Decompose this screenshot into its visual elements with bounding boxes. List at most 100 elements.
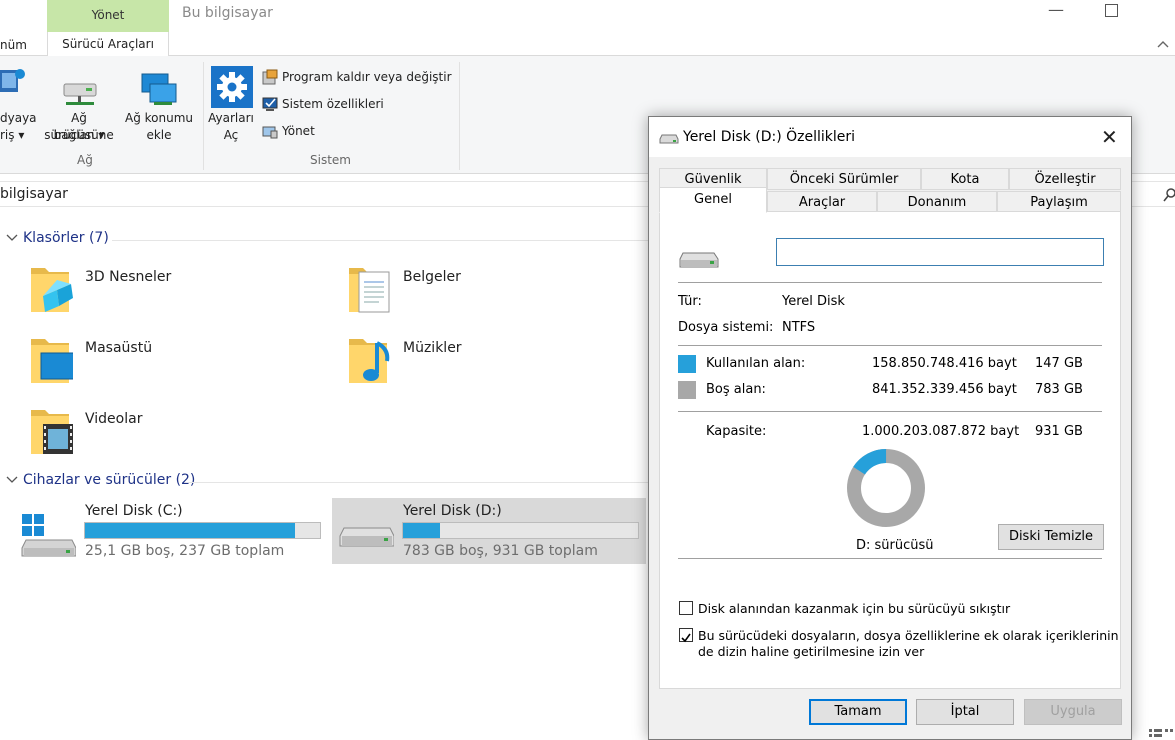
drive-icon	[339, 527, 394, 547]
dialog-titlebar[interactable]: Yerel Disk (D:) Özellikleri ✕	[649, 117, 1131, 157]
system-properties-icon	[262, 97, 278, 111]
folder-label-desktop[interactable]: Masaüstü	[85, 340, 152, 356]
used-space-gb: 147 GB	[1035, 356, 1083, 371]
group-label-network: Ağ	[77, 153, 93, 167]
desktop-folder-icon[interactable]	[29, 335, 73, 385]
used-space-swatch	[678, 355, 696, 373]
capacity-bytes: 1.000.203.087.872 bayt	[862, 424, 1020, 439]
tab-quota[interactable]: Kota	[921, 168, 1009, 190]
3d-objects-folder-icon[interactable]	[29, 264, 73, 314]
media-label-1[interactable]: dyaya	[0, 110, 37, 127]
tab-previous-versions[interactable]: Önceki Sürümler	[767, 168, 921, 190]
type-label: Tür:	[678, 294, 702, 309]
checkmark-icon	[681, 633, 691, 643]
used-space-label: Kullanılan alan:	[706, 356, 806, 371]
drive-name-d: Yerel Disk (D:)	[403, 503, 502, 519]
media-label-2[interactable]: riş ▾	[0, 127, 24, 144]
ribbon-tabs: nüm Sürücü Araçları	[0, 32, 1175, 57]
divider	[678, 282, 1102, 283]
index-label-line-2[interactable]: de dizin haline getirilmesine izin ver	[698, 644, 924, 659]
uninstall-program-command[interactable]: Program kaldır veya değiştir	[262, 69, 452, 85]
drive-icon	[679, 252, 719, 268]
drive-tile-c[interactable]: Yerel Disk (C:) 25,1 GB boş, 237 GB topl…	[14, 498, 328, 564]
add-network-location-label-1[interactable]: Ağ konumu	[124, 110, 194, 127]
tab-drive-tools[interactable]: Sürücü Araçları	[47, 32, 169, 57]
view-toggle-icon[interactable]	[1148, 728, 1174, 740]
drive-tile-d[interactable]: Yerel Disk (D:) 783 GB boş, 931 GB topla…	[332, 498, 646, 564]
filesystem-value: NTFS	[782, 320, 816, 335]
drive-usage-bar-c	[84, 522, 321, 539]
ok-button[interactable]: Tamam	[809, 699, 907, 725]
maximize-icon[interactable]	[1105, 4, 1118, 17]
properties-dialog: Yerel Disk (D:) Özellikleri ✕ Güvenlik Ö…	[648, 116, 1132, 740]
drive-letter-label: D: sürücüsü	[856, 538, 934, 553]
devices-group-header[interactable]: Cihazlar ve sürücüler (2)	[6, 472, 195, 488]
tab-view[interactable]: nüm	[0, 38, 27, 52]
add-network-location-label-2[interactable]: ekle	[124, 127, 194, 144]
capacity-label: Kapasite:	[706, 424, 767, 439]
capacity-gb: 931 GB	[1035, 424, 1083, 439]
uninstall-icon	[262, 69, 278, 85]
group-divider	[188, 482, 648, 483]
music-folder-icon[interactable]	[347, 335, 391, 385]
minimize-icon[interactable]: —	[1048, 0, 1064, 19]
dialog-title: Yerel Disk (D:) Özellikleri	[683, 129, 856, 145]
media-icon	[0, 69, 25, 92]
settings-gear-icon[interactable]	[211, 66, 253, 108]
network-drive-icon[interactable]	[60, 76, 100, 108]
folder-label-videos[interactable]: Videolar	[85, 411, 142, 427]
videos-folder-icon[interactable]	[29, 406, 73, 456]
disk-usage-donut	[847, 449, 925, 527]
context-tab-manage[interactable]: Yönet	[47, 0, 169, 32]
group-label-system: Sistem	[310, 153, 351, 167]
network-location-icon[interactable]	[140, 72, 178, 108]
drive-usage-fill-d	[403, 523, 441, 538]
search-icon[interactable]	[1163, 188, 1175, 202]
open-settings-label-1[interactable]: Ayarları	[204, 110, 258, 127]
type-value: Yerel Disk	[782, 294, 845, 309]
system-properties-command[interactable]: Sistem özellikleri	[262, 96, 384, 112]
drive-icon	[659, 134, 679, 144]
tab-sharing[interactable]: Paylaşım	[997, 191, 1121, 213]
manage-computer-icon	[262, 126, 278, 139]
filesystem-label: Dosya sistemi:	[678, 320, 774, 335]
free-space-bytes: 841.352.339.456 bayt	[872, 382, 1017, 397]
system-drive-icon	[21, 514, 76, 557]
index-checkbox[interactable]	[679, 628, 693, 643]
divider	[678, 411, 1102, 412]
compress-label[interactable]: Disk alanından kazanmak için bu sürücüyü…	[698, 601, 1010, 616]
close-icon[interactable]: ✕	[1101, 125, 1118, 149]
collapse-ribbon-icon[interactable]	[1156, 39, 1170, 49]
drive-summary-d: 783 GB boş, 931 GB toplam	[403, 543, 598, 559]
tab-tools[interactable]: Araçlar	[767, 191, 877, 213]
tab-hardware[interactable]: Donanım	[877, 191, 997, 213]
chevron-down-icon	[6, 476, 18, 483]
drive-summary-c: 25,1 GB boş, 237 GB toplam	[85, 543, 285, 559]
address-path: bilgisayar	[0, 186, 68, 202]
tab-customize[interactable]: Özelleştir	[1009, 168, 1121, 190]
apply-button[interactable]: Uygula	[1024, 699, 1122, 725]
documents-folder-icon[interactable]	[347, 264, 391, 314]
tab-general[interactable]: Genel	[659, 187, 767, 213]
folder-label-documents[interactable]: Belgeler	[403, 269, 461, 285]
map-drive-label-2[interactable]: bağlan ▾	[36, 127, 122, 144]
free-space-label: Boş alan:	[706, 382, 766, 397]
divider	[678, 345, 1102, 346]
chevron-down-icon	[6, 234, 18, 241]
free-space-swatch	[678, 381, 696, 399]
drive-name-input[interactable]	[776, 238, 1104, 266]
drive-name-c: Yerel Disk (C:)	[85, 503, 183, 519]
folder-label-music[interactable]: Müzikler	[403, 340, 462, 356]
folder-label-3d-objects[interactable]: 3D Nesneler	[85, 269, 171, 285]
disk-cleanup-button[interactable]: Diski Temizle	[998, 524, 1104, 550]
index-label-line-1[interactable]: Bu sürücüdeki dosyaların, dosya özellikl…	[698, 628, 1119, 643]
ribbon-separator	[459, 62, 460, 170]
compress-checkbox[interactable]	[679, 601, 693, 615]
manage-command[interactable]: Yönet	[262, 123, 315, 139]
cancel-button[interactable]: İptal	[916, 699, 1014, 725]
open-settings-label-2[interactable]: Aç	[204, 127, 258, 144]
drive-usage-bar-d	[402, 522, 639, 539]
general-tab-panel: Tür: Yerel Disk Dosya sistemi: NTFS Kull…	[659, 211, 1121, 689]
free-space-gb: 783 GB	[1035, 382, 1083, 397]
folders-group-header[interactable]: Klasörler (7)	[6, 230, 109, 246]
